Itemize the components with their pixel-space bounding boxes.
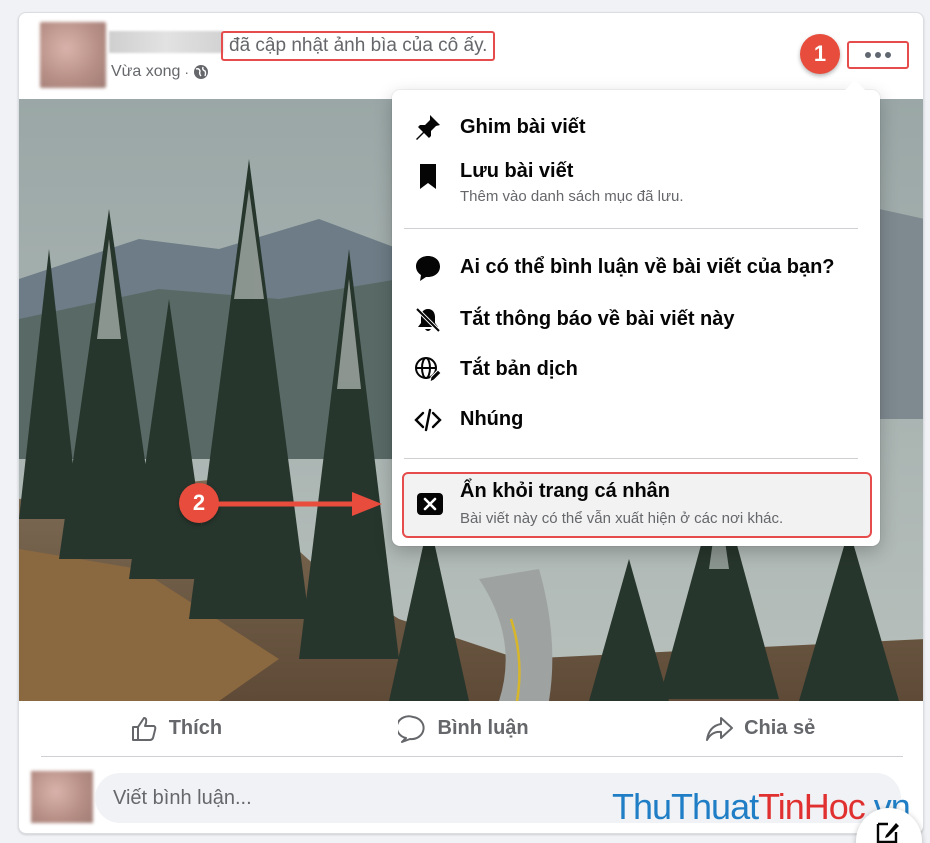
post-action-text: đã cập nhật ảnh bìa của cô ấy. <box>221 31 496 61</box>
globe-edit-icon <box>415 357 442 383</box>
share-label: Chia sẻ <box>744 717 816 739</box>
more-options-button[interactable] <box>847 41 909 69</box>
post-actions: Thích Bình luận Chia sẻ <box>41 701 903 757</box>
share-icon <box>706 716 734 741</box>
menu-item-turn-off-translation[interactable]: Tắt bản dịch <box>392 350 880 390</box>
code-icon <box>414 408 442 432</box>
more-horizontal-icon <box>865 52 871 58</box>
comment-label: Bình luận <box>437 717 529 739</box>
comment-button[interactable]: Bình luận <box>397 714 529 744</box>
comment-bubble-icon <box>416 256 440 281</box>
menu-item-who-can-comment[interactable]: Ai có thể bình luận về bài viết của bạn? <box>392 248 880 288</box>
like-label: Thích <box>168 717 223 739</box>
menu-item-save[interactable]: Lưu bài viết Thêm vào danh sách mục đã l… <box>392 156 880 212</box>
menu-item-hide-from-profile[interactable]: Ẩn khỏi trang cá nhân Bài viết này có th… <box>402 472 872 538</box>
menu-item-embed[interactable]: Nhúng <box>392 400 880 440</box>
author-avatar[interactable] <box>40 22 106 88</box>
bookmark-icon <box>420 164 436 189</box>
meta-separator: · <box>184 64 190 80</box>
menu-divider <box>404 228 858 229</box>
author-name-blurred[interactable] <box>109 31 223 53</box>
post-options-menu: Ghim bài viết Lưu bài viết Thêm vào danh… <box>392 80 880 546</box>
arrow-annotation <box>214 492 382 516</box>
step-badge-1: 1 <box>800 34 840 74</box>
menu-divider <box>404 458 858 459</box>
menu-item-turn-off-notifications[interactable]: Tắt thông báo về bài viết này <box>392 300 880 340</box>
post-time[interactable]: Vừa xong <box>111 63 180 81</box>
close-box-icon <box>417 493 443 515</box>
bell-off-icon <box>415 307 441 333</box>
menu-item-pin[interactable]: Ghim bài viết <box>392 110 880 146</box>
compose-icon <box>876 822 899 843</box>
globe-icon[interactable] <box>193 64 209 80</box>
like-button[interactable]: Thích <box>129 714 222 744</box>
thumbs-up-icon <box>131 716 157 741</box>
share-button[interactable]: Chia sẻ <box>704 714 815 744</box>
commenter-avatar[interactable] <box>31 771 93 823</box>
post-meta: Vừa xong · <box>111 63 209 81</box>
comment-icon <box>397 714 425 743</box>
pin-icon <box>416 115 440 140</box>
